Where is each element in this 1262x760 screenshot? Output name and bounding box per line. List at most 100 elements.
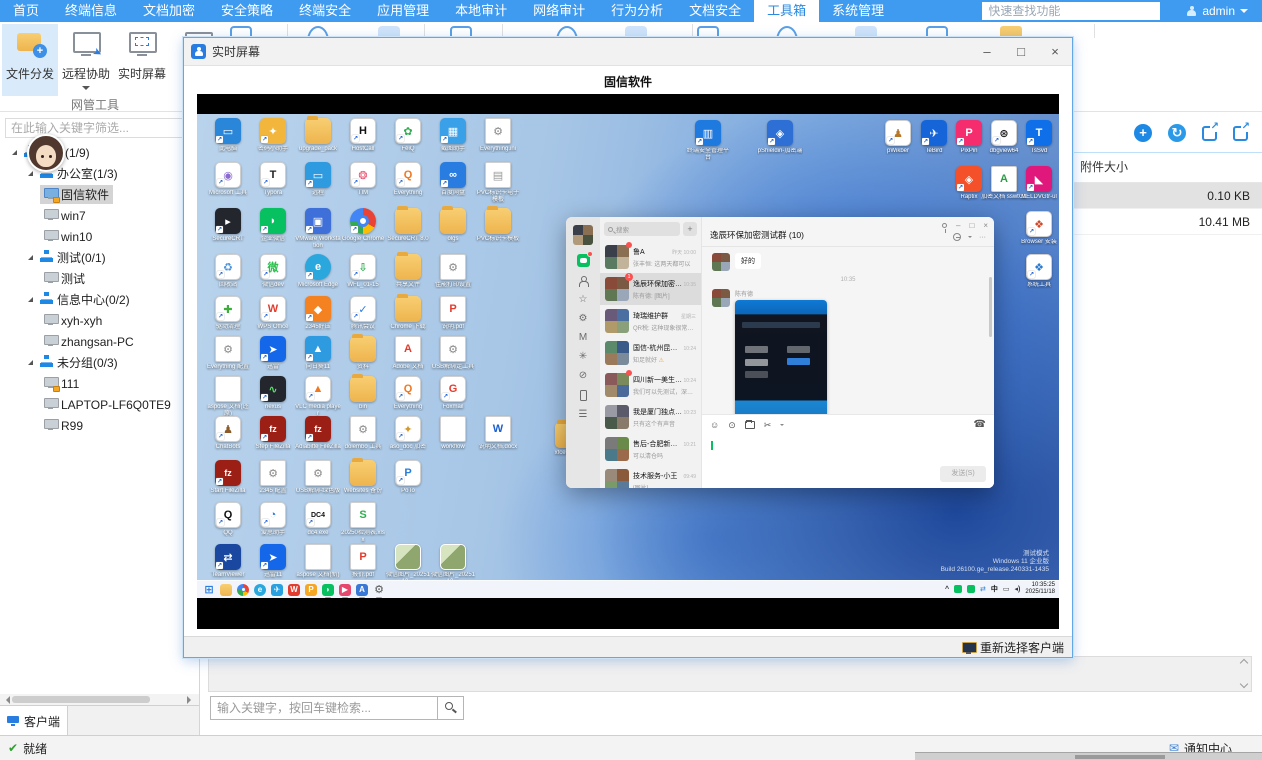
desktop-icon-向日葵11[interactable]: ▲向日葵11 — [295, 336, 341, 371]
menu-item-网络审计[interactable]: 网络审计 — [520, 0, 598, 22]
rail-icon[interactable]: ⚙ — [579, 314, 588, 324]
tray-app-icon[interactable] — [954, 585, 962, 593]
image-message[interactable] — [735, 300, 827, 414]
phone-icon[interactable] — [580, 390, 587, 401]
desktop-icon-VLC media player[interactable]: ▲VLC media player — [295, 376, 341, 418]
desktop-icon-USB解绑-绿色版[interactable]: ⚙USB解绑-绿色版 — [295, 460, 341, 495]
desktop-icon-dolembo 工具[interactable]: ⚙dolembo 工具 — [340, 416, 386, 451]
taskbar-app-icon[interactable]: P — [305, 584, 317, 596]
menu-item-文档加密[interactable]: 文档加密 — [130, 0, 208, 22]
desktop-icon-TIM[interactable]: ❂TIM — [340, 162, 386, 197]
wechat-window[interactable]: ☆⚙M✳⊘☰ 搜索 + 鲁A昨天 10:00张丰恒: 这两天都可以1逸辰环保加密… — [566, 217, 994, 488]
column-header-attachment-size[interactable]: 附件大小 — [1080, 158, 1128, 175]
desktop-icon-workflow[interactable]: workflow — [430, 416, 476, 451]
desktop-icon-olgs[interactable]: olgs — [430, 208, 476, 243]
tree-filter-input[interactable] — [5, 118, 193, 138]
desktop-icon-截图助手[interactable]: ▦截图助手 — [430, 118, 476, 153]
desktop-icon-2345 配置[interactable]: ⚙2345 配置 — [250, 460, 296, 495]
clock[interactable]: 10:35:25 2025/11/18 — [1025, 582, 1055, 596]
maximize-button[interactable]: □ — [969, 221, 974, 230]
desktop-icon-HostCall[interactable]: HHostCall — [340, 118, 386, 153]
call-icon[interactable]: ☎ — [974, 419, 986, 430]
sender-avatar[interactable] — [712, 289, 730, 307]
desktop-icon-回收站[interactable]: ♻回收站 — [205, 254, 251, 289]
horizontal-scrollbar[interactable] — [0, 694, 199, 705]
expand-icon[interactable] — [28, 171, 33, 176]
desktop-icon-20250检测表.xlsx[interactable]: S20250检测表.xlsx — [340, 502, 386, 544]
chat-list-item[interactable]: 技术服务-小王09:49[图片] — [600, 465, 701, 488]
chats-icon[interactable] — [577, 254, 590, 267]
desktop-icon-密码小助手[interactable]: ✦密码小助手 — [250, 118, 296, 153]
taskbar-app-icon[interactable] — [220, 584, 232, 596]
add-icon[interactable]: + — [1134, 124, 1152, 142]
desktop-icon-此电脑[interactable]: ▭此电脑 — [205, 118, 251, 153]
close-button[interactable]: × — [1038, 38, 1072, 66]
desktop-icon-FeiQ[interactable]: ✿FeiQ — [385, 118, 431, 153]
rail-icon[interactable]: ☰ — [579, 410, 588, 420]
tree-node-办公室(1/3)[interactable]: 办公室(1/3) — [0, 163, 199, 184]
desktop-icon-Foxmail[interactable]: GFoxmail — [430, 376, 476, 411]
chat-list-item[interactable]: 我是厦门独点…10:23只有这个有声音 — [600, 401, 701, 433]
remote-desktop[interactable]: ▭此电脑✦密码小助手upgrade_packHHostCall✿FeiQ▦截图助… — [197, 114, 1059, 598]
desktop-icon-WFL_01-15[interactable]: ⇩WFL_01-15 — [340, 254, 386, 289]
tree-node-xyh-xyh[interactable]: xyh-xyh — [0, 310, 199, 331]
desktop-icon-系统工具[interactable]: ❖系统工具 — [1016, 254, 1059, 289]
desktop-icon-共享文件[interactable]: 共享文件 — [385, 254, 431, 289]
desktop-icon-PoTo[interactable]: PPoTo — [385, 460, 431, 495]
tray-icon[interactable]: ^ — [945, 586, 949, 593]
menu-item-终端安全[interactable]: 终端安全 — [286, 0, 364, 22]
desktop-icon-Everything[interactable]: QEverything — [385, 376, 431, 411]
tree-node-测试[interactable]: 测试 — [0, 268, 199, 289]
expand-icon[interactable] — [12, 150, 17, 155]
menu-item-首页[interactable]: 首页 — [0, 0, 52, 22]
desktop-icon-aspose 文档(还原)[interactable]: aspose 文档(还原) — [205, 376, 251, 418]
dialog-title-bar[interactable]: 实时屏幕 – □ × — [184, 38, 1072, 66]
desktop-icon-Browser 安装[interactable]: ❖Browser 安装 — [1016, 211, 1059, 246]
mute-icon[interactable] — [953, 233, 961, 241]
keyword-search-input[interactable] — [210, 696, 438, 720]
tree-node-固信软件[interactable]: 固信软件 — [0, 184, 199, 205]
menu-item-文档安全[interactable]: 文档安全 — [676, 0, 754, 22]
desktop-icon-PVC标识卡模板[interactable]: PVC标识卡模板 — [475, 208, 521, 243]
tree-node-win10[interactable]: win10 — [0, 226, 199, 247]
tree-node-信息中心(0/2)[interactable]: 信息中心(0/2) — [0, 289, 199, 310]
rail-icon[interactable]: ☆ — [579, 295, 588, 305]
desktop-icon-迅雷[interactable]: ➤迅雷 — [250, 336, 296, 371]
desktop-icon-QQ[interactable]: QQQ — [205, 502, 251, 537]
desktop-icon-USB解绑定工具[interactable]: ⚙USB解绑定工具 — [430, 336, 476, 371]
desktop-icon-Chrome 下载[interactable]: Chrome 下载 — [385, 296, 431, 331]
chat-list-item[interactable]: 售后-合肥新云…10:21可以清仓吗 — [600, 433, 701, 465]
chevron-down-icon[interactable] — [968, 236, 972, 240]
tool-实时屏幕[interactable]: 实时屏幕 — [114, 24, 170, 96]
tree-node-zhangsan-PC[interactable]: zhangsan-PC — [0, 331, 199, 352]
tree-node-未分组(0/3)[interactable]: 未分组(0/3) — [0, 352, 199, 373]
desktop-icon-Typora[interactable]: TTypora — [250, 162, 296, 197]
pin-icon[interactable] — [942, 223, 947, 228]
desktop-icon-aspose 文档(新)[interactable]: aspose 文档(新) — [295, 544, 341, 579]
menu-item-安全策略[interactable]: 安全策略 — [208, 0, 286, 22]
chat-list-item[interactable]: 琦瑞维护群星期三QR税: 这种现象很常见… — [600, 305, 701, 337]
refresh-icon[interactable]: ↻ — [1168, 124, 1186, 142]
expand-icon[interactable] — [28, 255, 33, 260]
search-button[interactable] — [438, 696, 464, 720]
expand-icon[interactable] — [28, 360, 33, 365]
menu-item-应用管理[interactable]: 应用管理 — [364, 0, 442, 22]
desktop-icon-Websites 备份[interactable]: Websites 备份 — [340, 460, 386, 495]
chat-scrollbar[interactable] — [989, 277, 992, 337]
wechat-search-input[interactable]: 搜索 — [604, 222, 680, 236]
wechat-avatar[interactable] — [573, 225, 593, 245]
desktop-icon-SecureCRT 8.0[interactable]: SecureCRT 8.0 — [385, 208, 431, 243]
desktop-icon-终端安全管理平台[interactable]: ▥终端安全管理平台 — [685, 120, 731, 162]
tray-icon[interactable]: ▭ — [1003, 585, 1010, 593]
desktop-icon-WPS Office[interactable]: WWPS Office — [250, 296, 296, 331]
desktop-icon-说明文档.docx[interactable]: W说明文档.docx — [475, 416, 521, 451]
taskbar-app-icon[interactable]: A — [356, 584, 368, 596]
tray-app-icon[interactable] — [967, 585, 975, 593]
desktop-icon-迅雷11[interactable]: ➤迅雷11 — [250, 544, 296, 579]
desktop-icon-腾讯会议[interactable]: ✓腾讯会议 — [340, 296, 386, 331]
taskbar-app-icon[interactable]: ✈ — [271, 584, 283, 596]
desktop-icon-VMware Workstation[interactable]: ▣VMware Workstation — [295, 208, 341, 250]
rail-icon[interactable]: ✳ — [579, 352, 587, 362]
taskbar-app-icon[interactable]: ⊞ — [203, 584, 215, 596]
assistant-avatar[interactable] — [27, 134, 65, 172]
